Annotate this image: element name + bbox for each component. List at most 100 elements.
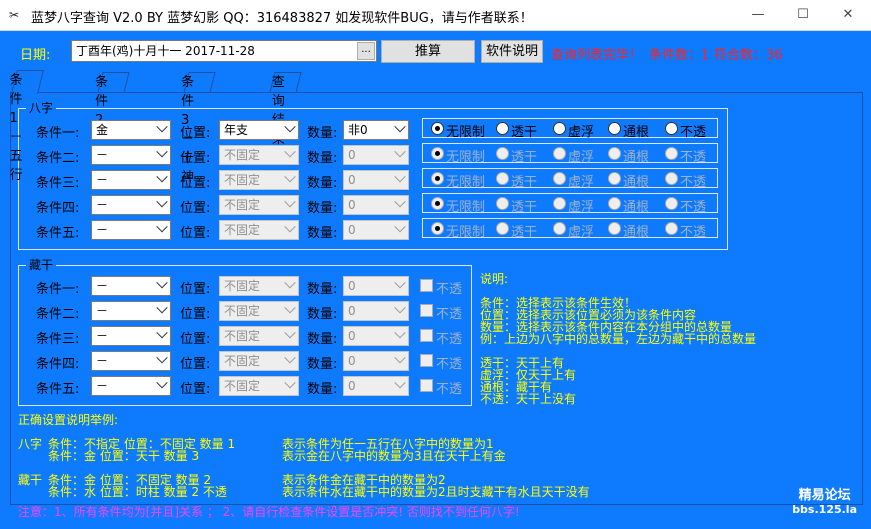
bazi-cond5-wuxing-select[interactable]: － xyxy=(91,220,171,240)
canggan-cond2-wuxing-select[interactable]: － xyxy=(91,301,171,321)
bazi-cond1-num-select[interactable]: 非0 xyxy=(343,120,409,140)
minimize-button[interactable]: — xyxy=(735,0,781,31)
chevron-down-icon xyxy=(156,302,168,314)
bazi-cond2-num-select[interactable]: 0 xyxy=(343,145,409,165)
help-button[interactable]: 软件说明 xyxy=(481,40,543,63)
date-field[interactable]: 丁酉年(鸡)十月十一 2017-11-28 ... xyxy=(71,40,377,62)
canggan-cond5-wuxing-select[interactable]: － xyxy=(91,376,171,396)
bazi-cond3-pos-value: 不固定 xyxy=(224,173,261,187)
canggan-cond2-butou-checkbox[interactable] xyxy=(420,304,433,317)
radio-tougan[interactable] xyxy=(496,147,509,160)
tab-results[interactable]: 查询结果 xyxy=(269,72,302,147)
chevron-down-icon xyxy=(156,121,168,133)
tab-wuxing[interactable]: 条件1－五行 xyxy=(10,70,45,183)
canggan-cond3-butou-checkbox[interactable] xyxy=(420,329,433,342)
radio-tougan[interactable] xyxy=(496,197,509,210)
radio-tonggen[interactable] xyxy=(608,147,621,160)
radio-butou[interactable] xyxy=(665,122,678,135)
radio-xufu[interactable] xyxy=(553,222,566,235)
bazi-cond3-pos-select[interactable]: 不固定 xyxy=(219,170,299,190)
tab-ganzhi[interactable]: 条件2－干支 xyxy=(95,72,130,185)
bazi-cond2-pos-label: 位置: xyxy=(180,151,211,166)
radio-wuxianzhi[interactable] xyxy=(431,122,444,135)
chevron-down-icon xyxy=(156,221,168,233)
bazi-cond5-label: 条件五: xyxy=(36,226,80,241)
bazi-cond2-pos-select[interactable]: 不固定 xyxy=(219,145,299,165)
chevron-down-icon xyxy=(394,327,406,339)
radio-butou[interactable] xyxy=(665,222,678,235)
canggan-cond5-num-select[interactable]: 0 xyxy=(343,376,409,396)
radio-wuxianzhi[interactable] xyxy=(431,147,444,160)
radio-tonggen[interactable] xyxy=(608,172,621,185)
canggan-cond5-pos-value: 不固定 xyxy=(224,379,261,393)
bazi-cond3-num-select[interactable]: 0 xyxy=(343,170,409,190)
radio-tougan[interactable] xyxy=(496,172,509,185)
canggan-cond4-pos-select[interactable]: 不固定 xyxy=(219,351,299,371)
radio-tonggen[interactable] xyxy=(608,222,621,235)
chevron-down-icon xyxy=(284,221,296,233)
maximize-button[interactable]: ☐ xyxy=(780,0,826,31)
canggan-cond1-wuxing-select[interactable]: － xyxy=(91,276,171,296)
bazi-cond5-pos-select[interactable]: 不固定 xyxy=(219,220,299,240)
radio-wuxianzhi[interactable] xyxy=(431,172,444,185)
explain-line: 例：上边为八字中的总数量，左边为藏干中的总数量 xyxy=(480,332,757,346)
bazi-cond3-radio-group: 无限制 透干 虚浮 通根 不透 xyxy=(422,168,718,190)
close-button[interactable]: ✕ xyxy=(825,0,871,31)
canggan-cond2-pos-select[interactable]: 不固定 xyxy=(219,301,299,321)
radio-label: 无限制 xyxy=(446,200,486,215)
chevron-down-icon xyxy=(394,377,406,389)
canggan-cond3-num-select[interactable]: 0 xyxy=(343,326,409,346)
radio-wuxianzhi[interactable] xyxy=(431,222,444,235)
radio-xufu[interactable] xyxy=(553,147,566,160)
bazi-cond4-pos-value: 不固定 xyxy=(224,198,261,212)
canggan-cond4-num-select[interactable]: 0 xyxy=(343,351,409,371)
canggan-cond1-num-select[interactable]: 0 xyxy=(343,276,409,296)
radio-wuxianzhi[interactable] xyxy=(431,197,444,210)
bazi-cond4-wuxing-select[interactable]: － xyxy=(91,195,171,215)
footer-note: 注意：1、所有条件均为[并且]关系 ； 2、请自行检查条件设置是否冲突! 否则找… xyxy=(18,505,520,519)
canggan-cond2-wuxing-value: － xyxy=(96,304,109,318)
date-label: 日期: xyxy=(20,48,51,63)
radio-butou[interactable] xyxy=(665,147,678,160)
bazi-cond1-wuxing-select[interactable]: 金 xyxy=(91,120,171,140)
radio-tonggen[interactable] xyxy=(608,122,621,135)
canggan-cond1-wuxing-value: － xyxy=(96,279,109,293)
radio-xufu[interactable] xyxy=(553,172,566,185)
canggan-cond1-label: 条件一: xyxy=(36,282,80,297)
canggan-cond4-wuxing-select[interactable]: － xyxy=(91,351,171,371)
canggan-cond1-pos-select[interactable]: 不固定 xyxy=(219,276,299,296)
radio-xufu[interactable] xyxy=(553,122,566,135)
tab-shishen[interactable]: 条件3－十神 xyxy=(181,72,216,185)
radio-label: 虚浮 xyxy=(568,200,595,215)
canggan-cond4-butou-checkbox[interactable] xyxy=(420,354,433,367)
status-text: 查询列表完毕！ xyxy=(551,48,643,63)
canggan-cond3-pos-select[interactable]: 不固定 xyxy=(219,326,299,346)
example-canggan-line2: 条件：水 位置：时柱 数量 2 不透 xyxy=(48,485,227,499)
radio-tougan[interactable] xyxy=(496,222,509,235)
canggan-cond4-pos-value: 不固定 xyxy=(224,354,261,368)
radio-tonggen[interactable] xyxy=(608,197,621,210)
radio-xufu[interactable] xyxy=(553,197,566,210)
canggan-cond3-wuxing-select[interactable]: － xyxy=(91,326,171,346)
canggan-cond1-num-label: 数量: xyxy=(307,282,338,297)
date-picker-button[interactable]: ... xyxy=(357,42,375,60)
watermark-logo: 精易论坛 bbs.125.la xyxy=(792,489,857,517)
radio-butou[interactable] xyxy=(665,197,678,210)
bazi-cond4-num-select[interactable]: 0 xyxy=(343,195,409,215)
bazi-cond5-num-select[interactable]: 0 xyxy=(343,220,409,240)
canggan-cond1-butou-checkbox[interactable] xyxy=(420,279,433,292)
canggan-cond5-pos-select[interactable]: 不固定 xyxy=(219,376,299,396)
canggan-cond5-butou-checkbox[interactable] xyxy=(420,379,433,392)
bazi-cond2-wuxing-select[interactable]: － xyxy=(91,145,171,165)
radio-tougan[interactable] xyxy=(496,122,509,135)
bazi-cond4-pos-select[interactable]: 不固定 xyxy=(219,195,299,215)
calc-button[interactable]: 推算 xyxy=(381,40,475,63)
example-bazi-tag: 八字 xyxy=(18,437,43,451)
radio-butou[interactable] xyxy=(665,172,678,185)
bazi-cond5-num-label: 数量: xyxy=(307,226,338,241)
radio-label: 通根 xyxy=(623,150,650,165)
bazi-cond1-pos-select[interactable]: 年支 xyxy=(219,120,299,140)
radio-label: 虚浮 xyxy=(568,150,595,165)
canggan-cond2-num-select[interactable]: 0 xyxy=(343,301,409,321)
bazi-cond3-wuxing-select[interactable]: － xyxy=(91,170,171,190)
